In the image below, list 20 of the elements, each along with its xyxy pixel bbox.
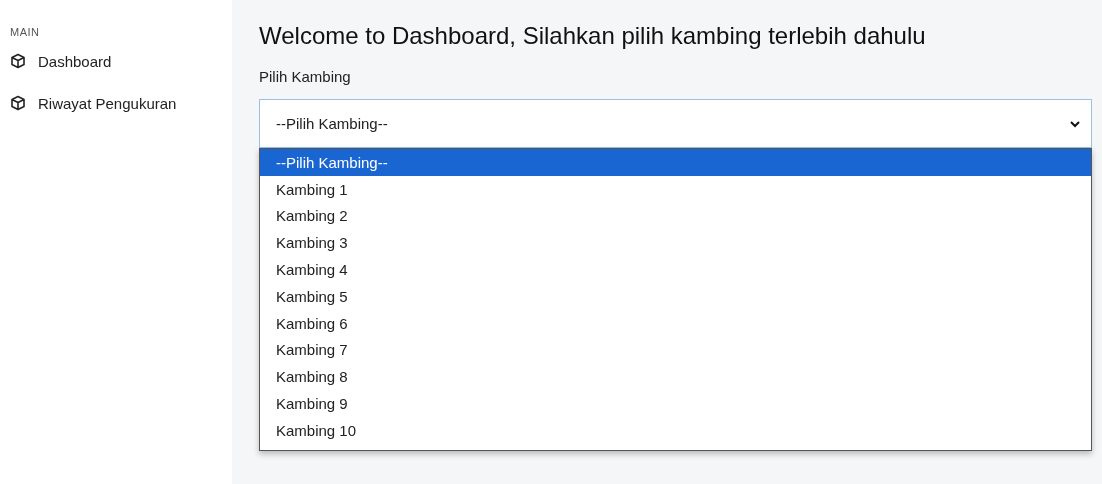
dropdown-option[interactable]: Kambing 6 — [260, 309, 1091, 337]
chevron-down-icon — [1069, 118, 1081, 129]
dropdown-option[interactable]: Kambing 8 — [260, 363, 1091, 391]
dropdown-option[interactable]: Kambing 3 — [260, 229, 1091, 257]
goat-select[interactable]: --Pilih Kambing-- — [259, 99, 1092, 148]
sidebar-item[interactable]: Riwayat Pengukuran — [10, 90, 232, 116]
dropdown-option[interactable]: Kambing 5 — [260, 283, 1091, 310]
dropdown-option[interactable]: Kambing 7 — [260, 336, 1091, 364]
section-heading: MAIN — [10, 26, 40, 38]
dropdown-option[interactable]: --Pilih Kambing-- — [260, 149, 1091, 176]
dropdown-option[interactable]: Kambing 10 — [260, 416, 1091, 444]
dropdown-option[interactable]: Kambing 9 — [260, 390, 1091, 417]
dropdown-option[interactable]: Kambing 4 — [260, 256, 1091, 283]
dropdown-option[interactable]: Kambing 2 — [260, 202, 1091, 230]
dropdown-option[interactable]: Kambing 1 — [260, 175, 1091, 203]
page-title: Welcome to Dashboard, Silahkan pilih kambing terlebih dahulu — [259, 22, 927, 50]
cube-icon — [10, 95, 26, 111]
sidebar-item[interactable]: Dashboard — [10, 48, 232, 74]
field-label: Pilih Kambing — [259, 68, 351, 85]
cube-icon — [10, 53, 26, 69]
